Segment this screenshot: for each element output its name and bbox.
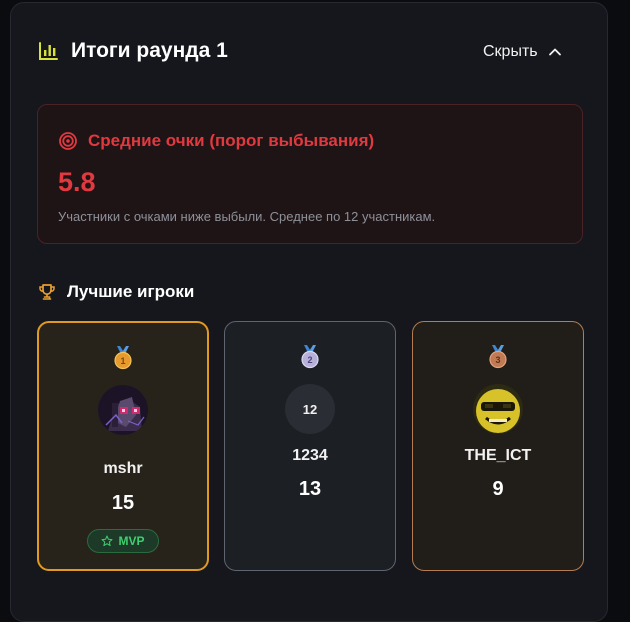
player-card-3[interactable]: 3 THE_ICT 9 — [412, 321, 584, 571]
silver-medal-icon: 2 — [301, 345, 319, 369]
bronze-medal-icon: 3 — [489, 345, 507, 369]
player-name: THE_ICT — [464, 447, 532, 464]
mvp-badge-label: MVP — [118, 534, 145, 548]
threshold-heading: Средние очки (порог выбывания) — [58, 131, 374, 151]
star-icon — [101, 535, 113, 547]
bar-chart-icon — [39, 42, 58, 60]
threshold-description: Участники с очками ниже выбыли. Среднее … — [58, 209, 436, 224]
threshold-title: Средние очки (порог выбывания) — [88, 131, 375, 150]
yellow-face-avatar-icon — [473, 384, 523, 434]
player-card-1[interactable]: 1 mshr 15 MVP — [37, 321, 209, 571]
medal-rank-text: 2 — [307, 355, 312, 365]
avatar-the-ict — [473, 384, 523, 434]
threshold-value: 5.8 — [58, 167, 96, 197]
player-score: 9 — [492, 478, 504, 500]
chevron-up-icon — [548, 48, 561, 56]
avatar-mshr — [98, 385, 148, 435]
best-players-title: Лучшие игроки — [67, 282, 195, 301]
round-results-panel: Итоги раунда 1 Скрыть Средние очки (поро… — [10, 2, 608, 622]
elimination-threshold-box: Средние очки (порог выбывания) 5.8 Участ… — [37, 104, 583, 244]
pixel-art-avatar-icon — [98, 385, 148, 435]
mvp-badge: MVP — [87, 529, 159, 553]
hide-button-label: Скрыть — [483, 43, 538, 60]
player-name: mshr — [103, 460, 143, 477]
player-score: 13 — [298, 478, 322, 500]
player-name: 1234 — [292, 447, 328, 464]
panel-header: Итоги раунда 1 — [37, 39, 228, 63]
medal-rank-text: 1 — [120, 356, 125, 366]
hide-button[interactable]: Скрыть — [483, 43, 562, 61]
page-title: Итоги раунда 1 — [71, 39, 228, 62]
medal-rank-text: 3 — [495, 355, 500, 365]
player-card-2[interactable]: 2 12 1234 13 — [224, 321, 396, 571]
best-players-heading: Лучшие игроки — [37, 282, 194, 302]
avatar-initials: 12 — [302, 401, 318, 417]
gold-medal-icon: 1 — [114, 346, 132, 370]
trophy-icon — [39, 284, 55, 300]
avatar-1234: 12 — [285, 384, 335, 434]
player-score: 15 — [111, 492, 135, 514]
target-icon — [59, 132, 77, 150]
